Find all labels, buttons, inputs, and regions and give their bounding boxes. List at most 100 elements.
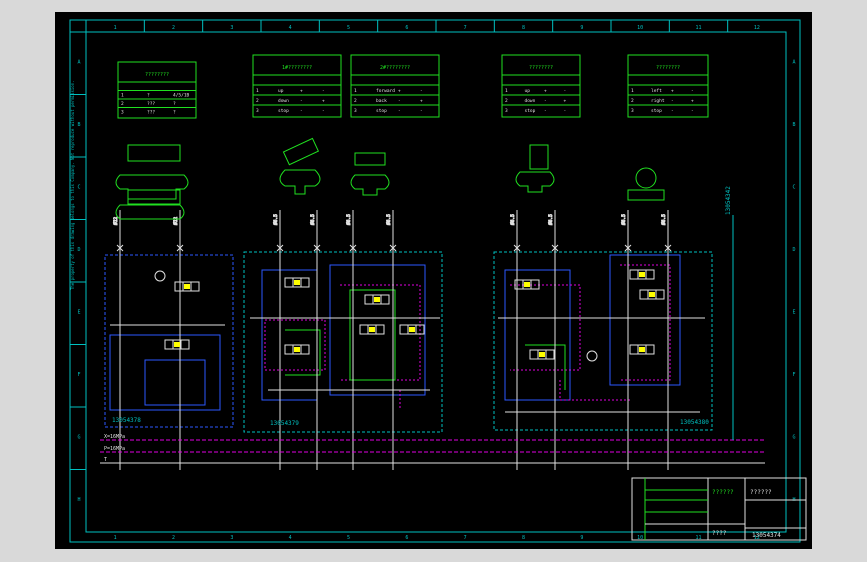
module-label-3: 13054380 bbox=[680, 419, 709, 426]
spec-table-cell: + bbox=[420, 99, 423, 104]
spec-table-cell: - bbox=[322, 89, 325, 94]
row-label: B bbox=[77, 122, 80, 128]
spec-table-cell: right bbox=[651, 98, 665, 104]
row-label: E bbox=[77, 309, 80, 315]
col-label-bottom: 6 bbox=[405, 535, 408, 541]
spec-table-cell: 1 bbox=[121, 92, 124, 98]
spec-table-cell: + bbox=[322, 99, 325, 104]
spec-table-cell: up bbox=[525, 89, 531, 94]
col-label: 9 bbox=[580, 25, 583, 31]
spec-table-cell: forward bbox=[376, 88, 395, 94]
module-label-1: 13054378 bbox=[112, 417, 141, 424]
spec-table-cell: 4/5/1B bbox=[173, 92, 190, 98]
row-label-right: F bbox=[792, 372, 795, 378]
spec-table-cell: 2 bbox=[121, 101, 124, 107]
row-label: C bbox=[77, 184, 80, 190]
row-label-right: A bbox=[792, 59, 795, 65]
row-label-right: D bbox=[792, 247, 795, 253]
row-label: H bbox=[77, 497, 80, 503]
spec-table-cell: + bbox=[544, 89, 547, 94]
spec-table-cell: left bbox=[651, 88, 662, 94]
col-label: 8 bbox=[522, 25, 525, 31]
col-label: 1 bbox=[114, 25, 117, 31]
col-label: 3 bbox=[230, 25, 233, 31]
col-label: 10 bbox=[637, 25, 643, 31]
pipe-label: Ø6.5 bbox=[345, 214, 352, 225]
pipe-label: Ø6.5 bbox=[620, 214, 627, 225]
spec-table-cell: down bbox=[278, 98, 289, 104]
spec-table-cell: - bbox=[420, 109, 423, 114]
spec-table-cell: ? bbox=[173, 109, 176, 115]
vertical-label: 13054342 bbox=[725, 186, 732, 215]
row-label: A bbox=[77, 59, 80, 65]
title-name: ?????? bbox=[712, 489, 734, 496]
row-label-right: G bbox=[792, 434, 795, 440]
spec-table-cell: ? bbox=[173, 101, 176, 107]
spec-table-cell: - bbox=[420, 89, 423, 94]
col-label: 2 bbox=[172, 25, 175, 31]
spec-table-cell: 2 bbox=[631, 98, 634, 104]
pipe-label: Ø6.5 bbox=[309, 214, 316, 225]
spec-table-cell: stop bbox=[278, 108, 289, 114]
col-label-bottom: 3 bbox=[230, 535, 233, 541]
spec-table-cell: stop bbox=[651, 108, 662, 114]
spec-table-title: ???????? bbox=[145, 72, 169, 78]
schematic-sheet: 112233445566778899101011111212A AB BC CD DE E… bbox=[55, 12, 812, 549]
spec-table-cell: 2 bbox=[256, 98, 259, 104]
spec-table-cell: 1 bbox=[505, 88, 508, 94]
title-dwg-number: 13054374 bbox=[752, 532, 781, 539]
pipe-label: Ø12 bbox=[172, 217, 179, 225]
col-label-bottom: 7 bbox=[464, 535, 467, 541]
spec-table-cell: + bbox=[671, 89, 674, 94]
spec-table-cell: - bbox=[544, 99, 547, 104]
row-label: F bbox=[77, 372, 80, 378]
spec-table-cell: - bbox=[322, 109, 325, 114]
spec-table-cell: + bbox=[398, 89, 401, 94]
col-label-bottom: 5 bbox=[347, 535, 350, 541]
row-label-right: C bbox=[792, 184, 795, 190]
spec-table-cell: + bbox=[691, 99, 694, 104]
spec-table-cell: 2 bbox=[354, 98, 357, 104]
bus-label-p: P=16MPa bbox=[104, 446, 125, 452]
spec-table-cell: - bbox=[691, 89, 694, 94]
pipe-label: Ø6.5 bbox=[509, 214, 516, 225]
spec-table-cell: - bbox=[564, 109, 567, 114]
spec-table-cell: 1 bbox=[631, 88, 634, 94]
pipe-label: Ø6.5 bbox=[547, 214, 554, 225]
col-label: 7 bbox=[464, 25, 467, 31]
spec-table-title: 2#???????? bbox=[380, 65, 410, 71]
spec-table-cell: ??? bbox=[147, 109, 155, 115]
spec-table-cell: 2 bbox=[505, 98, 508, 104]
bus-label-x: X=16MPa bbox=[104, 434, 125, 440]
spec-table-cell: - bbox=[398, 109, 401, 114]
col-label-bottom: 1 bbox=[114, 535, 117, 541]
pipe-label: Ø6.5 bbox=[660, 214, 667, 225]
spec-table-cell: up bbox=[278, 89, 284, 94]
spec-table-cell: - bbox=[671, 99, 674, 104]
pipe-label: Ø6.5 bbox=[385, 214, 392, 225]
spec-table-cell: down bbox=[525, 98, 536, 104]
col-label-bottom: 8 bbox=[522, 535, 525, 541]
spec-table-cell: stop bbox=[525, 108, 536, 114]
spec-table-cell: + bbox=[564, 99, 567, 104]
col-label-bottom: 2 bbox=[172, 535, 175, 541]
spec-table-cell: - bbox=[544, 109, 547, 114]
col-label: 11 bbox=[695, 25, 701, 31]
title-company: ?????? bbox=[750, 489, 772, 496]
spec-table-cell: 1 bbox=[354, 88, 357, 94]
spec-table-cell: ? bbox=[147, 92, 150, 98]
title-zh: ???? bbox=[712, 530, 727, 537]
spec-table-cell: stop bbox=[376, 108, 387, 114]
bus-label-t: T bbox=[104, 457, 107, 463]
module-label-2: 13054379 bbox=[270, 420, 299, 427]
col-label: 4 bbox=[289, 25, 292, 31]
spec-table-cell: 3 bbox=[505, 108, 508, 114]
spec-table-cell: 3 bbox=[631, 108, 634, 114]
spec-table-cell: - bbox=[671, 109, 674, 114]
pipe-label: Ø6.5 bbox=[272, 214, 279, 225]
spec-table-title: ???????? bbox=[656, 65, 680, 71]
spec-table-cell: back bbox=[376, 98, 387, 104]
spec-table-cell: 1 bbox=[256, 88, 259, 94]
spec-table-cell: - bbox=[691, 109, 694, 114]
spec-table-cell: - bbox=[300, 109, 303, 114]
